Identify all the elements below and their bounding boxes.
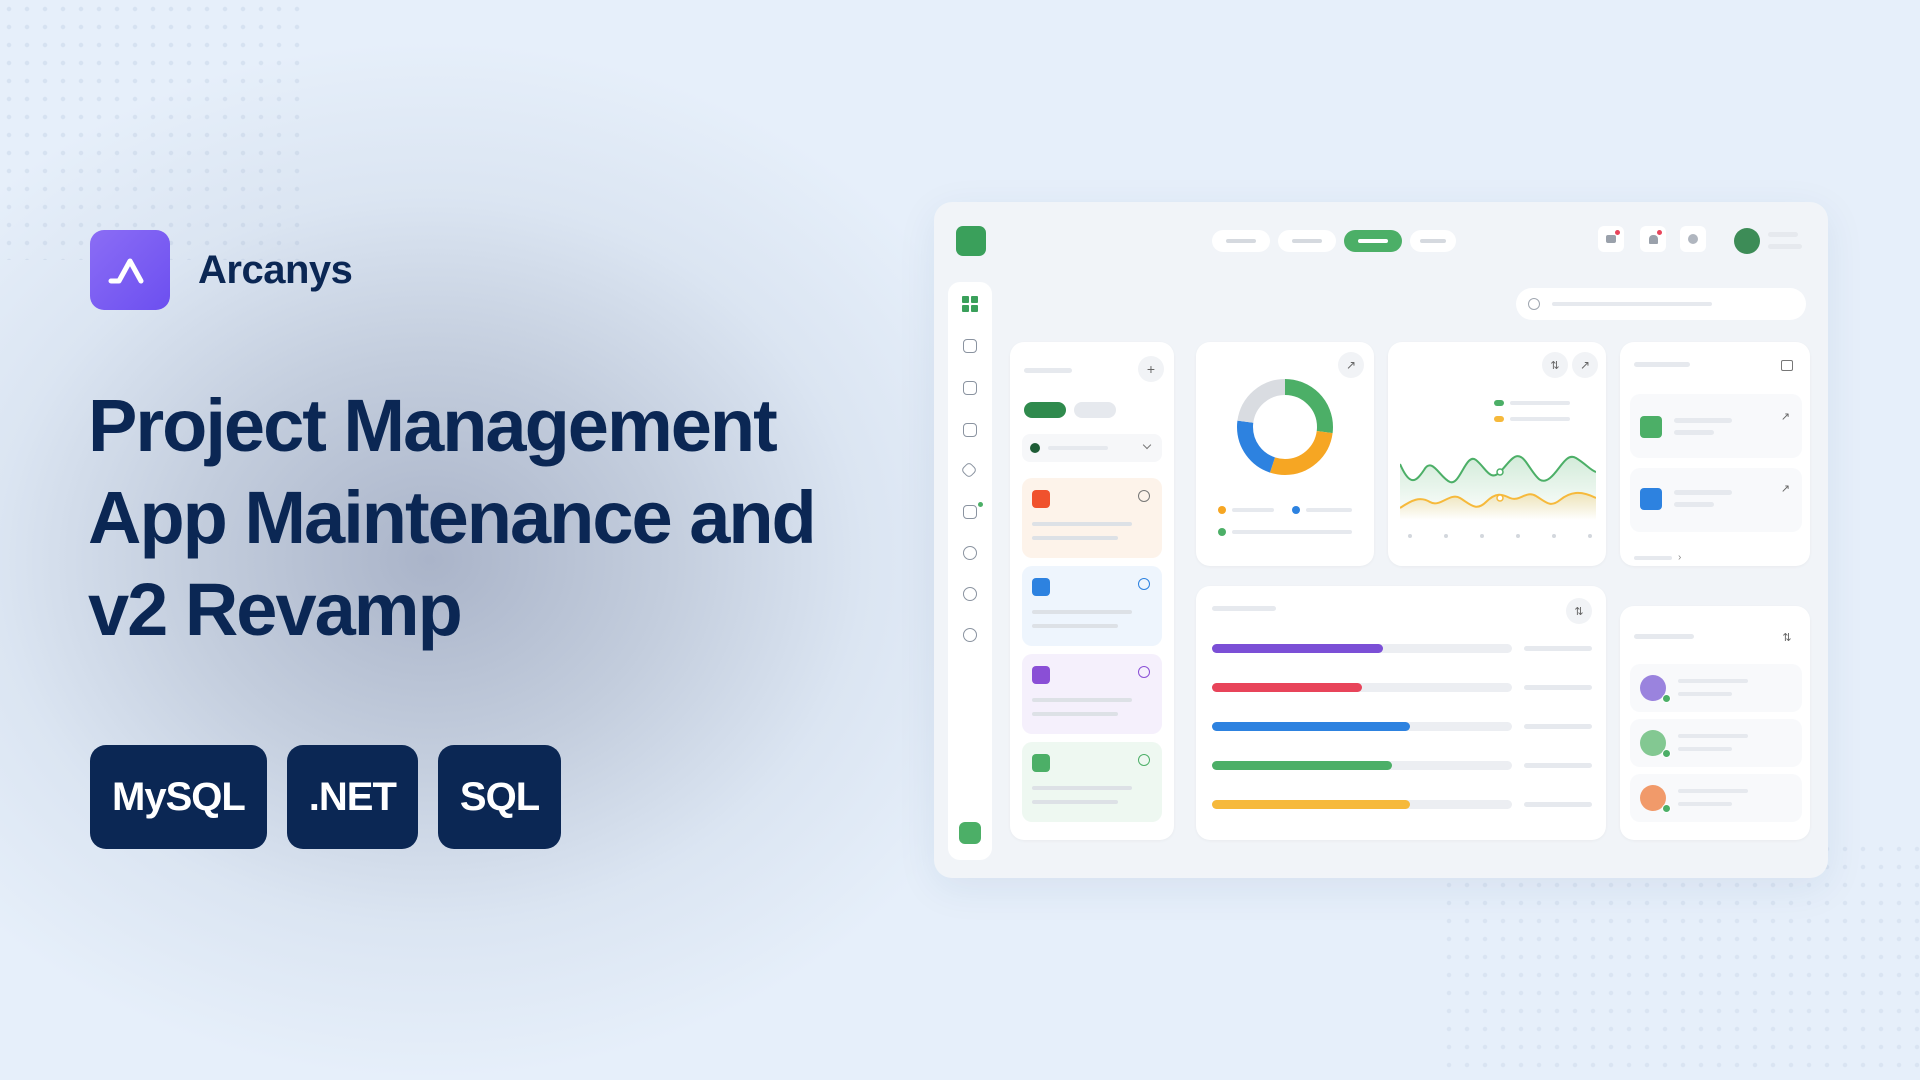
team-member[interactable] xyxy=(1630,774,1802,822)
team-member[interactable] xyxy=(1630,664,1802,712)
line-chart-card: ⇅ ↗ xyxy=(1388,342,1606,566)
progress-card: ⇅ xyxy=(1196,586,1606,840)
help-icon[interactable] xyxy=(963,587,977,601)
legend-swatch xyxy=(1218,506,1226,514)
user-name-placeholder xyxy=(1768,232,1798,237)
legend-swatch xyxy=(1494,416,1504,422)
avatar[interactable] xyxy=(1734,228,1760,254)
tag-dotnet: .NET xyxy=(286,745,418,849)
chevron-right-icon[interactable]: › xyxy=(1678,552,1681,563)
expand-icon: ↗ xyxy=(1780,411,1790,423)
arcanys-logo-icon xyxy=(90,230,170,310)
expand-icon: ↗ xyxy=(1780,483,1790,495)
nav-tab[interactable] xyxy=(1278,230,1336,252)
checkbox-icon[interactable] xyxy=(963,423,977,437)
calendar-icon[interactable] xyxy=(1774,352,1800,378)
donut-chart xyxy=(1237,379,1333,475)
top-nav-tabs xyxy=(1212,230,1456,252)
chat-icon[interactable] xyxy=(963,505,977,519)
users-icon[interactable] xyxy=(963,546,977,560)
tag-mysql: MySQL xyxy=(90,745,267,849)
nav-tab[interactable] xyxy=(1410,230,1456,252)
team-card: ⇅ xyxy=(1620,606,1810,840)
progress-fill xyxy=(1212,644,1383,653)
progress-fill xyxy=(1212,683,1362,692)
legend-swatch xyxy=(1218,528,1226,536)
legend-swatch xyxy=(1494,400,1504,406)
tag-sql: SQL xyxy=(437,745,562,849)
app-logo-icon xyxy=(956,226,986,256)
sort-icon[interactable]: ⇅ xyxy=(1542,352,1568,378)
title-line: Project Management xyxy=(88,384,778,467)
gear-icon[interactable] xyxy=(963,628,977,642)
dashboard-icon[interactable] xyxy=(962,296,978,312)
task-item[interactable] xyxy=(1022,654,1162,734)
team-member[interactable] xyxy=(1630,719,1802,767)
chevron-down-icon xyxy=(1142,440,1152,450)
filter-pill-active[interactable] xyxy=(1024,402,1066,418)
nav-tab-active[interactable] xyxy=(1344,230,1402,252)
search-icon xyxy=(1528,298,1540,310)
project-item[interactable]: ↗ xyxy=(1630,394,1802,458)
progress-fill xyxy=(1212,761,1392,770)
expand-icon[interactable]: ↗ xyxy=(1338,352,1364,378)
add-icon[interactable]: + xyxy=(1138,356,1164,382)
dot-pattern-top-left xyxy=(0,0,300,260)
nav-tab[interactable] xyxy=(1212,230,1270,252)
project-item[interactable]: ↗ xyxy=(1630,468,1802,532)
settings-icon[interactable] xyxy=(1680,226,1706,252)
projects-card: ↗ ↗ › xyxy=(1620,342,1810,566)
calendar-icon[interactable] xyxy=(963,381,977,395)
line-chart xyxy=(1400,455,1596,538)
progress-fill xyxy=(1212,722,1410,731)
title-line: v2 Revamp xyxy=(88,568,463,651)
brand: Arcanys xyxy=(90,230,353,310)
logout-icon[interactable] xyxy=(959,822,981,844)
expand-icon[interactable]: ↗ xyxy=(1572,352,1598,378)
filter-pill[interactable] xyxy=(1074,402,1116,418)
progress-fill xyxy=(1212,800,1410,809)
status-dropdown[interactable] xyxy=(1022,434,1162,462)
briefcase-icon[interactable] xyxy=(963,339,977,353)
layers-icon[interactable] xyxy=(960,461,978,479)
task-item[interactable] xyxy=(1022,566,1162,646)
task-list-card: + xyxy=(1010,342,1174,840)
chat-indicator xyxy=(978,502,983,507)
task-item[interactable] xyxy=(1022,478,1162,558)
search-bar[interactable] xyxy=(1516,288,1806,320)
bell-icon[interactable] xyxy=(1640,226,1666,252)
donut-chart-card: ↗ xyxy=(1196,342,1374,566)
page-title: Project Management App Maintenance and v… xyxy=(88,380,817,656)
sidebar xyxy=(948,282,992,860)
dashboard-mockup: + ↗ ⇅ ↗ ↗ ↗ › ⇅ ⇅ xyxy=(934,202,1828,878)
tech-tags: MySQL .NET SQL xyxy=(90,745,562,849)
title-line: App Maintenance and xyxy=(88,476,817,559)
sort-icon[interactable]: ⇅ xyxy=(1566,598,1592,624)
message-icon[interactable] xyxy=(1598,226,1624,252)
task-item[interactable] xyxy=(1022,742,1162,822)
legend-swatch xyxy=(1292,506,1300,514)
user-role-placeholder xyxy=(1768,244,1802,249)
brand-name: Arcanys xyxy=(198,247,353,292)
sort-icon[interactable]: ⇅ xyxy=(1774,624,1800,650)
